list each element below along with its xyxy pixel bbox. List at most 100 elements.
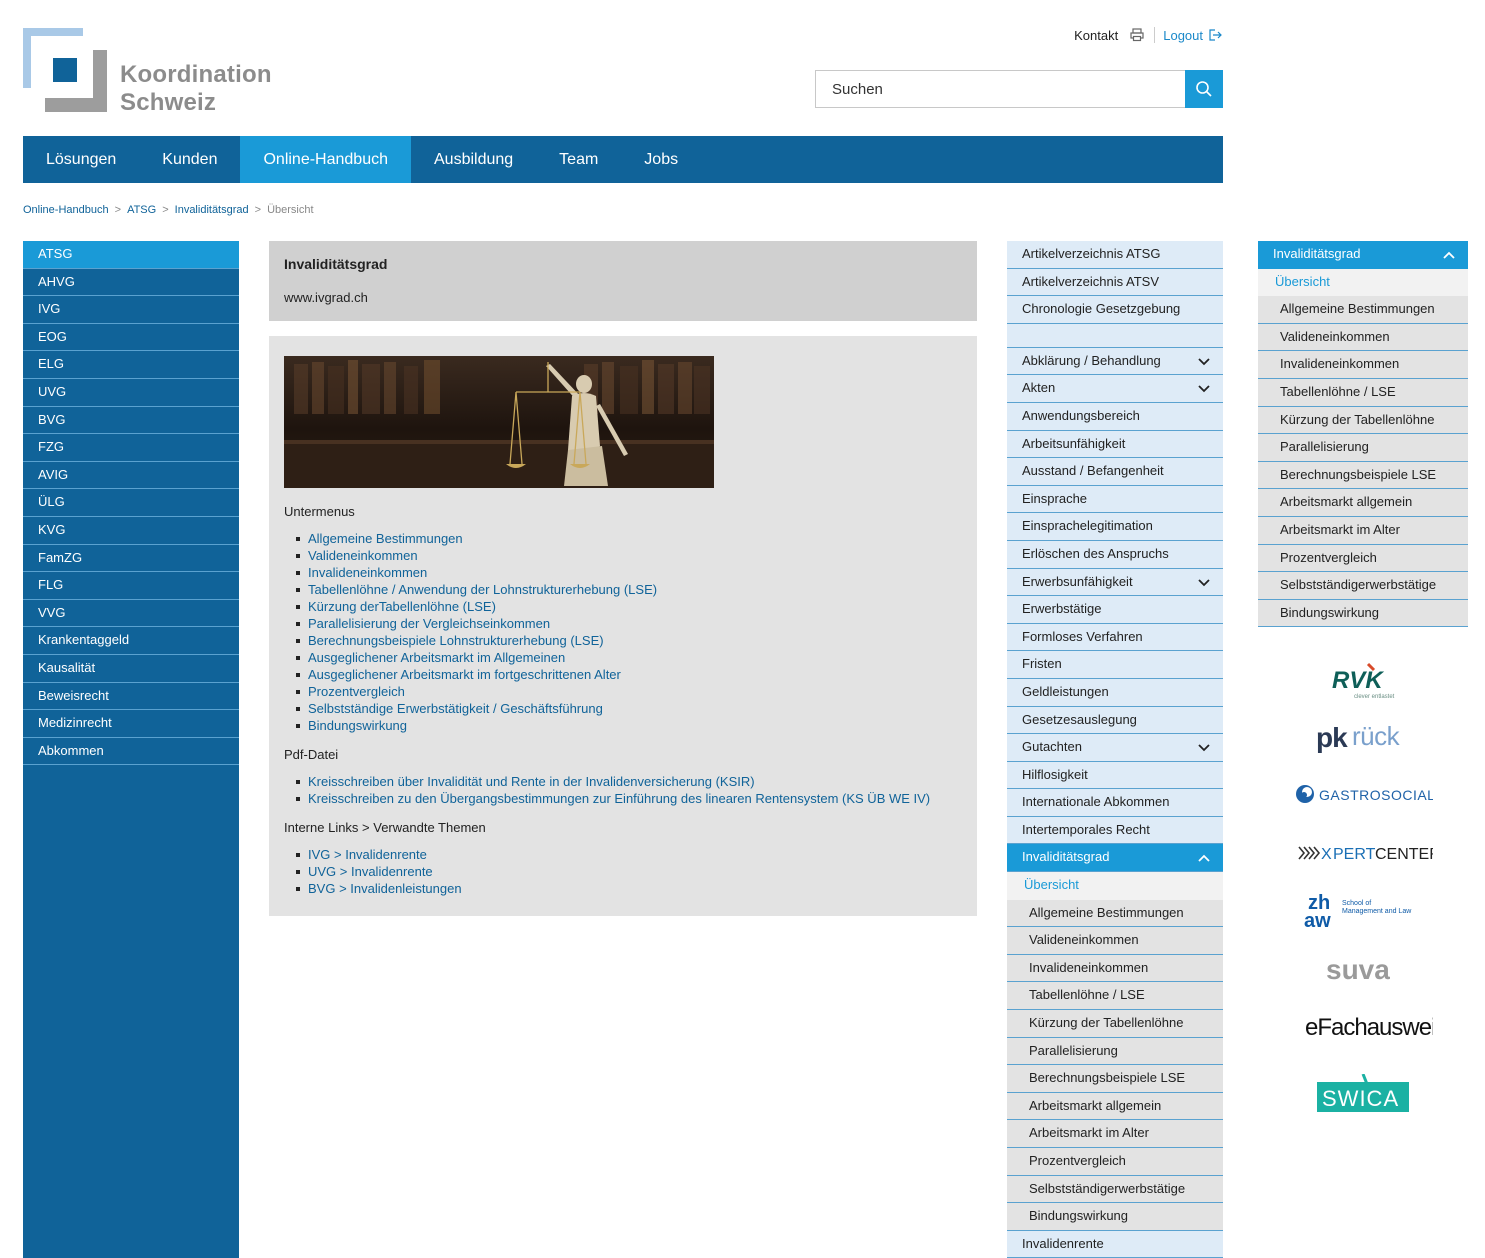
- topic-subitem[interactable]: Selbstständigerwerbstätige: [1007, 1175, 1223, 1204]
- subnav-item[interactable]: Berechnungsbeispiele LSE: [1258, 461, 1468, 490]
- topic-subitem[interactable]: Kürzung der Tabellenlöhne: [1007, 1010, 1223, 1038]
- topic-item[interactable]: Artikelverzeichnis ATSV: [1007, 268, 1223, 297]
- sidebar-item-vvg[interactable]: VVG: [23, 600, 239, 628]
- submenu-link[interactable]: Allgemeine Bestimmungen: [308, 531, 463, 546]
- sponsor-swica[interactable]: SWICA: [1258, 1056, 1468, 1134]
- subnav-item[interactable]: Bindungswirkung: [1258, 599, 1468, 628]
- topic-subitem[interactable]: Valideneinkommen: [1007, 927, 1223, 955]
- submenu-link[interactable]: Prozentvergleich: [308, 684, 405, 699]
- submenu-link[interactable]: Ausgeglichener Arbeitsmarkt im fortgesch…: [308, 667, 621, 682]
- sponsor-gastrosocial[interactable]: GASTROSOCIAL: [1258, 766, 1468, 824]
- search-input[interactable]: [815, 70, 1185, 108]
- submenu-link[interactable]: Parallelisierung der Vergleichseinkommen: [308, 616, 550, 631]
- submenu-link[interactable]: Bindungswirkung: [308, 718, 407, 733]
- sponsor-efachausweis[interactable]: eFachausweis: [1258, 998, 1468, 1056]
- topic-item[interactable]: Ausstand / Befangenheit: [1007, 458, 1223, 486]
- logout-link[interactable]: Logout: [1163, 28, 1223, 43]
- breadcrumb-invaliditaetsgrad[interactable]: Invaliditätsgrad: [175, 204, 249, 216]
- print-icon[interactable]: [1128, 26, 1146, 44]
- topic-item[interactable]: Fristen: [1007, 651, 1223, 679]
- topic-item[interactable]: Erwerbsunfähigkeit: [1007, 568, 1223, 597]
- topic-item[interactable]: Anwendungsbereich: [1007, 402, 1223, 431]
- sidebar-item-atsg[interactable]: ATSG: [23, 241, 239, 269]
- topic-item-active[interactable]: Invaliditätsgrad: [1007, 844, 1223, 873]
- sidebar-item-avig[interactable]: AVIG: [23, 462, 239, 490]
- internal-link[interactable]: BVG > Invalidenleistungen: [308, 881, 462, 896]
- submenu-link[interactable]: Valideneinkommen: [308, 548, 418, 563]
- sidebar-item-fzg[interactable]: FZG: [23, 434, 239, 462]
- sponsor-suva[interactable]: suva: [1258, 940, 1468, 998]
- topic-item[interactable]: Erlöschen des Anspruchs: [1007, 540, 1223, 569]
- sidebar-item-abkommen[interactable]: Abkommen: [23, 738, 239, 766]
- topic-item[interactable]: Gutachten: [1007, 734, 1223, 762]
- topic-item[interactable]: Invalidenrente: [1007, 1230, 1223, 1258]
- subnav-item[interactable]: Allgemeine Bestimmungen: [1258, 296, 1468, 324]
- sidebar-item-eog[interactable]: EOG: [23, 324, 239, 352]
- submenu-link[interactable]: Berechnungsbeispiele Lohnstrukturerhebun…: [308, 633, 604, 648]
- sidebar-item-ivg[interactable]: IVG: [23, 296, 239, 324]
- topic-subitem[interactable]: Invalideneinkommen: [1007, 954, 1223, 983]
- nav-loesungen[interactable]: Lösungen: [23, 136, 139, 183]
- sidebar-item-bvg[interactable]: BVG: [23, 407, 239, 435]
- topic-item[interactable]: Artikelverzeichnis ATSG: [1007, 241, 1223, 269]
- subnav-item[interactable]: Tabellenlöhne / LSE: [1258, 378, 1468, 407]
- sidebar-item-krankentaggeld[interactable]: Krankentaggeld: [23, 627, 239, 655]
- sidebar-item-kvg[interactable]: KVG: [23, 517, 239, 545]
- pdf-link[interactable]: Kreisschreiben zu den Übergangsbestimmun…: [308, 791, 930, 806]
- topic-item[interactable]: Chronologie Gesetzgebung: [1007, 296, 1223, 324]
- topic-item[interactable]: Internationale Abkommen: [1007, 789, 1223, 817]
- topic-subitem[interactable]: Bindungswirkung: [1007, 1203, 1223, 1231]
- subnav-item[interactable]: Invalideneinkommen: [1258, 351, 1468, 379]
- topic-item[interactable]: Einsprache: [1007, 485, 1223, 514]
- internal-link[interactable]: UVG > Invalidenrente: [308, 864, 433, 879]
- subnav-item[interactable]: Valideneinkommen: [1258, 323, 1468, 352]
- topic-item[interactable]: Einsprachelegitimation: [1007, 513, 1223, 541]
- sidebar-item-flg[interactable]: FLG: [23, 572, 239, 600]
- subnav-item[interactable]: Prozentvergleich: [1258, 544, 1468, 573]
- submenu-link[interactable]: Kürzung derTabellenlöhne (LSE): [308, 599, 496, 614]
- sidebar-item-famzg[interactable]: FamZG: [23, 545, 239, 573]
- topic-item[interactable]: Hilflosigkeit: [1007, 761, 1223, 790]
- pdf-link[interactable]: Kreisschreiben über Invalidität und Rent…: [308, 774, 755, 789]
- topic-item[interactable]: Formloses Verfahren: [1007, 623, 1223, 652]
- sponsor-zhaw[interactable]: zh aw School of Management and Law: [1258, 882, 1468, 940]
- topic-subitem[interactable]: Parallelisierung: [1007, 1037, 1223, 1066]
- sponsor-xpertcenter[interactable]: X PERT CENTER: [1258, 824, 1468, 882]
- search-button[interactable]: [1185, 70, 1223, 108]
- topic-subitem[interactable]: Berechnungsbeispiele LSE: [1007, 1065, 1223, 1093]
- sidebar-item-kausalitaet[interactable]: Kausalität: [23, 655, 239, 683]
- topic-item[interactable]: Geldleistungen: [1007, 678, 1223, 707]
- nav-team[interactable]: Team: [536, 136, 621, 183]
- topic-item[interactable]: Intertemporales Recht: [1007, 816, 1223, 845]
- submenu-link[interactable]: Tabellenlöhne / Anwendung der Lohnstrukt…: [308, 582, 657, 597]
- topic-subhead[interactable]: Übersicht: [1007, 872, 1223, 900]
- topic-subitem[interactable]: Prozentvergleich: [1007, 1148, 1223, 1176]
- sponsor-pkrueck[interactable]: pk rück: [1258, 708, 1468, 766]
- topic-item[interactable]: Erwerbstätige: [1007, 596, 1223, 624]
- sidebar-item-elg[interactable]: ELG: [23, 351, 239, 379]
- nav-online-handbuch[interactable]: Online-Handbuch: [240, 136, 411, 183]
- submenu-link[interactable]: Ausgeglichener Arbeitsmarkt im Allgemein…: [308, 650, 565, 665]
- topic-item[interactable]: Abklärung / Behandlung: [1007, 347, 1223, 376]
- sidebar-item-medizinrecht[interactable]: Medizinrecht: [23, 710, 239, 738]
- sidebar-item-uvg[interactable]: UVG: [23, 379, 239, 407]
- logo[interactable]: Koordination Schweiz: [23, 28, 283, 118]
- sidebar-item-uelg[interactable]: ÜLG: [23, 489, 239, 517]
- sponsor-rvk[interactable]: RVK clever entlastet: [1258, 650, 1468, 708]
- contact-link[interactable]: Kontakt: [1074, 28, 1118, 43]
- topic-subitem[interactable]: Tabellenlöhne / LSE: [1007, 982, 1223, 1011]
- subnav-item[interactable]: Selbstständigerwerbstätige: [1258, 572, 1468, 600]
- topic-item[interactable]: Gesetzesauslegung: [1007, 706, 1223, 735]
- nav-jobs[interactable]: Jobs: [621, 136, 701, 183]
- submenu-link[interactable]: Invalideneinkommen: [308, 565, 427, 580]
- nav-ausbildung[interactable]: Ausbildung: [411, 136, 536, 183]
- sidebar-item-ahvg[interactable]: AHVG: [23, 269, 239, 297]
- breadcrumb-online-handbuch[interactable]: Online-Handbuch: [23, 204, 109, 216]
- topic-item[interactable]: Akten: [1007, 375, 1223, 403]
- topic-subitem[interactable]: Allgemeine Bestimmungen: [1007, 899, 1223, 928]
- internal-link[interactable]: IVG > Invalidenrente: [308, 847, 427, 862]
- submenu-link[interactable]: Selbstständige Erwerbstätigkeit / Geschä…: [308, 701, 603, 716]
- topic-item[interactable]: Arbeitsunfähigkeit: [1007, 430, 1223, 459]
- subnav-item[interactable]: Arbeitsmarkt allgemein: [1258, 489, 1468, 517]
- topic-subitem[interactable]: Arbeitsmarkt im Alter: [1007, 1120, 1223, 1148]
